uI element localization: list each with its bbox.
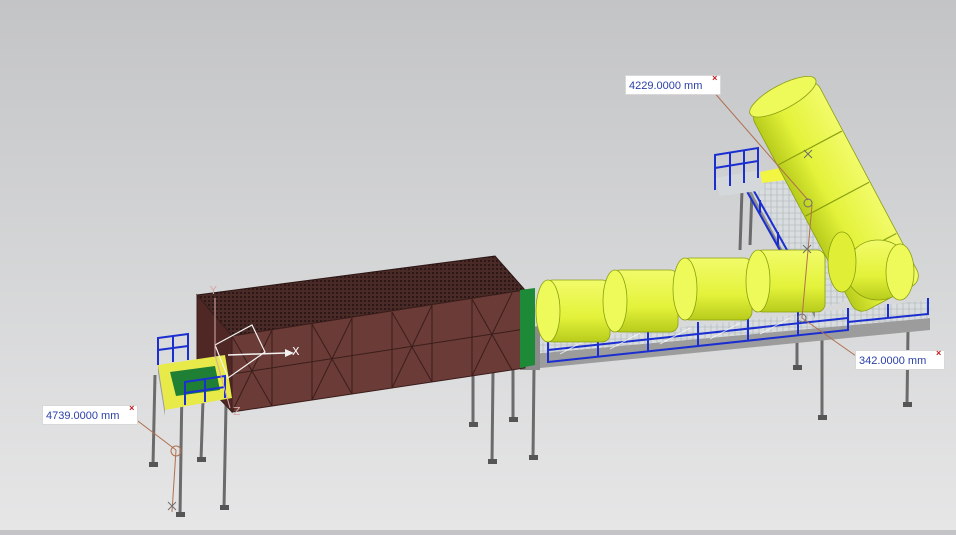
tank-3[interactable] bbox=[672, 257, 753, 321]
close-icon[interactable]: × bbox=[129, 402, 134, 414]
tank-2[interactable] bbox=[602, 269, 679, 333]
dimension-label-left[interactable]: 4739.0000 mm × bbox=[42, 402, 139, 425]
dimension-value-left: 4739.0000 mm bbox=[46, 410, 120, 422]
cad-scene[interactable] bbox=[0, 0, 956, 530]
triad-y-label: Y bbox=[210, 284, 217, 297]
dimension-label-top[interactable]: 4229.0000 mm × bbox=[625, 72, 722, 95]
tank-1[interactable] bbox=[535, 279, 611, 343]
dimension-value-right: 342.0000 mm bbox=[859, 355, 927, 367]
dimension-label-right[interactable]: 342.0000 mm × bbox=[855, 347, 946, 370]
tank-4[interactable] bbox=[745, 249, 826, 313]
close-icon[interactable]: × bbox=[712, 72, 717, 84]
cad-viewport[interactable]: X Y Z 4229.0000 mm × 342.0000 mm × 4739.… bbox=[0, 0, 956, 530]
triad-z-label: Z bbox=[233, 405, 241, 418]
conveyor-enclosure[interactable] bbox=[196, 255, 535, 414]
triad-x-label: X bbox=[292, 345, 300, 358]
close-icon[interactable]: × bbox=[936, 347, 941, 359]
dimension-value-top: 4229.0000 mm bbox=[629, 80, 703, 92]
